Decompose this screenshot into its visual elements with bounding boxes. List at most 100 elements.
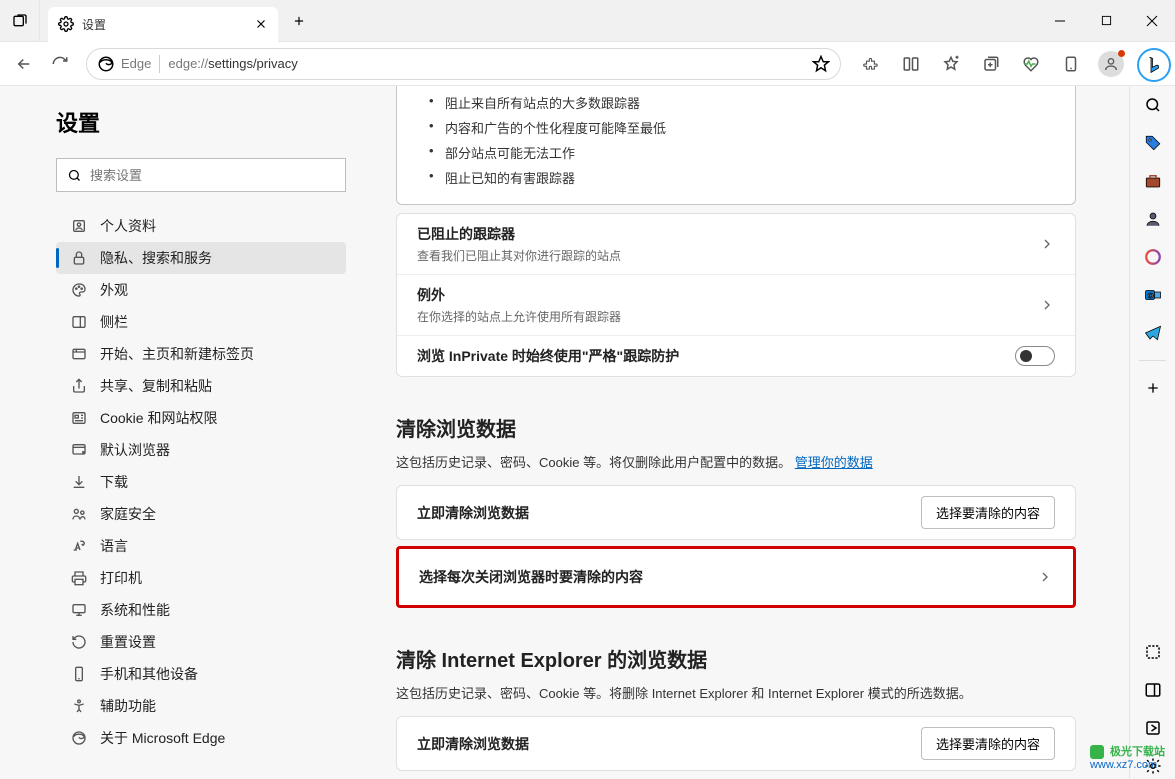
nav-start[interactable]: 开始、主页和新建标签页	[56, 338, 346, 370]
bing-chat-button[interactable]	[1137, 48, 1171, 82]
favorites-button[interactable]	[933, 46, 969, 82]
ie-choose-clear-button[interactable]: 选择要清除的内容	[921, 727, 1055, 760]
clear-now-row: 立即清除浏览数据 选择要清除的内容	[397, 486, 1075, 539]
sidebar-expand[interactable]	[1140, 715, 1166, 741]
sidebar-panel[interactable]	[1140, 677, 1166, 703]
sidebar-office[interactable]	[1140, 244, 1166, 270]
sidebar-telegram[interactable]	[1140, 320, 1166, 346]
search-input[interactable]	[90, 168, 335, 183]
window-controls	[1037, 0, 1175, 42]
address-bar[interactable]: Edge edge://settings/privacy	[86, 48, 841, 80]
chevron-right-icon	[1039, 236, 1055, 252]
clear-on-close-card[interactable]: 选择每次关闭浏览器时要清除的内容	[396, 546, 1076, 608]
accessibility-icon	[70, 697, 88, 715]
choose-clear-button[interactable]: 选择要清除的内容	[921, 496, 1055, 529]
browser-toolbar: Edge edge://settings/privacy	[0, 42, 1175, 86]
office-icon	[1144, 248, 1162, 266]
nav-label: 重置设置	[100, 632, 156, 652]
nav-accessibility[interactable]: 辅助功能	[56, 690, 346, 722]
heart-pulse-icon	[1022, 55, 1040, 73]
settings-nav: 个人资料 隐私、搜索和服务 外观 侧栏 开始、主页和新建标签页 共享、复制和粘贴…	[56, 210, 346, 754]
star-plus-icon	[942, 55, 960, 73]
split-screen-button[interactable]	[893, 46, 929, 82]
puzzle-icon	[862, 55, 880, 73]
nav-phone[interactable]: 手机和其他设备	[56, 658, 346, 690]
address-prefix: Edge	[121, 56, 151, 71]
settings-title: 设置	[56, 106, 346, 138]
nav-profile[interactable]: 个人资料	[56, 210, 346, 242]
blocked-trackers-title: 已阻止的跟踪器	[417, 224, 621, 244]
nav-about[interactable]: 关于 Microsoft Edge	[56, 722, 346, 754]
tracking-level-card: 阻止来自所有站点的大多数跟踪器 内容和广告的个性化程度可能降至最低 部分站点可能…	[396, 86, 1076, 205]
favorite-star-icon[interactable]	[812, 55, 830, 73]
nav-label: 辅助功能	[100, 696, 156, 716]
extensions-button[interactable]	[853, 46, 889, 82]
nav-system[interactable]: 系统和性能	[56, 594, 346, 626]
sidebar-add[interactable]	[1140, 375, 1166, 401]
exceptions-row[interactable]: 例外 在你选择的站点上允许使用所有跟踪器	[397, 274, 1075, 335]
nav-printers[interactable]: 打印机	[56, 562, 346, 594]
sidebar-shopping[interactable]	[1140, 130, 1166, 156]
maximize-button[interactable]	[1083, 0, 1129, 42]
sidebar-outlook[interactable]: O	[1140, 282, 1166, 308]
clear-on-close-row[interactable]: 选择每次关闭浏览器时要清除的内容	[399, 549, 1073, 605]
cookie-icon	[70, 409, 88, 427]
ie-clear-sub: 这包括历史记录、密码、Cookie 等。将删除 Internet Explore…	[396, 683, 1076, 702]
manage-data-link[interactable]: 管理你的数据	[795, 455, 873, 470]
nav-label: 开始、主页和新建标签页	[100, 344, 254, 364]
nav-label: 语言	[100, 536, 128, 556]
edge-sidebar: O	[1129, 86, 1175, 779]
panel-icon	[1144, 681, 1162, 699]
nav-privacy[interactable]: 隐私、搜索和服务	[56, 242, 346, 274]
minimize-button[interactable]	[1037, 0, 1083, 42]
divider	[1139, 360, 1166, 361]
tag-icon	[1144, 134, 1162, 152]
sidebar-icon	[70, 313, 88, 331]
chevron-right-icon	[1037, 569, 1053, 585]
nav-share[interactable]: 共享、复制和粘贴	[56, 370, 346, 402]
settings-content[interactable]: 阻止来自所有站点的大多数跟踪器 内容和广告的个性化程度可能降至最低 部分站点可能…	[370, 86, 1175, 779]
nav-languages[interactable]: 语言	[56, 530, 346, 562]
nav-cookies[interactable]: Cookie 和网站权限	[56, 402, 346, 434]
nav-sidebar[interactable]: 侧栏	[56, 306, 346, 338]
profile-icon	[70, 217, 88, 235]
new-tab-button[interactable]	[284, 6, 314, 36]
gear-icon	[58, 16, 74, 32]
printer-icon	[70, 569, 88, 587]
close-icon	[1146, 15, 1158, 27]
inprivate-strict-row: 浏览 InPrivate 时始终使用"严格"跟踪防护	[397, 335, 1075, 376]
app-button[interactable]	[1053, 46, 1089, 82]
exceptions-desc: 在你选择的站点上允许使用所有跟踪器	[417, 308, 621, 325]
nav-label: Cookie 和网站权限	[100, 408, 217, 428]
inprivate-strict-toggle[interactable]	[1015, 346, 1055, 366]
nav-default-browser[interactable]: 默认浏览器	[56, 434, 346, 466]
profile-button[interactable]	[1093, 46, 1129, 82]
back-button[interactable]	[6, 46, 42, 82]
reset-icon	[70, 633, 88, 651]
tab-actions-button[interactable]	[0, 0, 40, 42]
svg-text:O: O	[1147, 291, 1153, 300]
nav-label: 隐私、搜索和服务	[100, 248, 212, 268]
collections-button[interactable]	[973, 46, 1009, 82]
nav-label: 家庭安全	[100, 504, 156, 524]
divider	[159, 55, 160, 73]
nav-downloads[interactable]: 下载	[56, 466, 346, 498]
refresh-button[interactable]	[42, 46, 78, 82]
sidebar-screenshot[interactable]	[1140, 639, 1166, 665]
browser-tab[interactable]: 设置	[48, 7, 278, 42]
sidebar-tools[interactable]	[1140, 168, 1166, 194]
close-window-button[interactable]	[1129, 0, 1175, 42]
blocked-trackers-row[interactable]: 已阻止的跟踪器 查看我们已阻止其对你进行跟踪的站点	[397, 214, 1075, 274]
sidebar-games[interactable]	[1140, 206, 1166, 232]
sidebar-search[interactable]	[1140, 92, 1166, 118]
nav-label: 下载	[100, 472, 128, 492]
close-icon[interactable]	[254, 17, 268, 31]
plus-icon	[292, 14, 306, 28]
nav-family[interactable]: 家庭安全	[56, 498, 346, 530]
settings-search[interactable]	[56, 158, 346, 192]
outlook-icon: O	[1144, 286, 1162, 304]
performance-button[interactable]	[1013, 46, 1049, 82]
nav-reset[interactable]: 重置设置	[56, 626, 346, 658]
nav-appearance[interactable]: 外观	[56, 274, 346, 306]
minimize-icon	[1054, 15, 1066, 27]
